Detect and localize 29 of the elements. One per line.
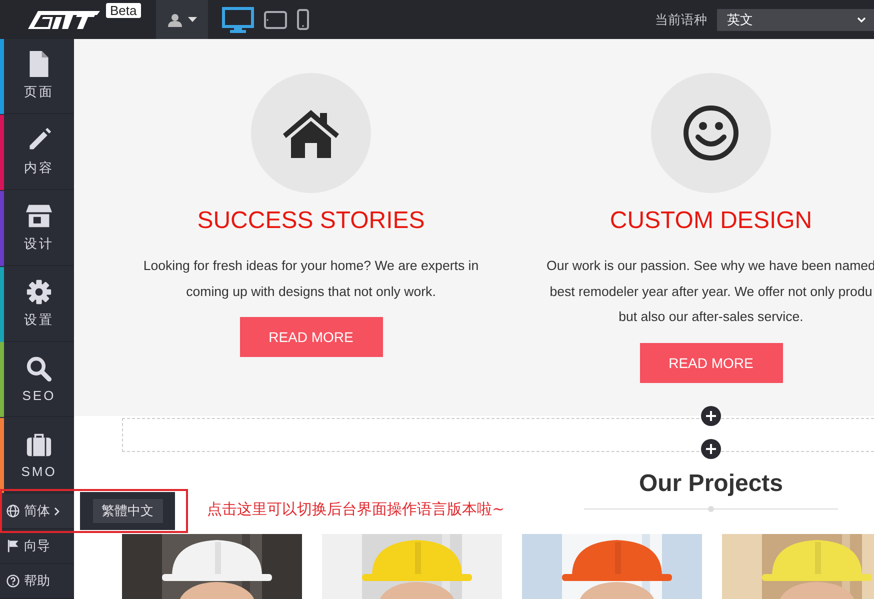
smiley-icon [683,105,739,161]
desktop-icon[interactable] [222,6,254,32]
add-icon[interactable] [701,406,721,426]
user-icon [168,12,182,26]
user-menu-button[interactable] [156,0,208,39]
caret-icon [188,17,196,22]
feature-title: SUCCESS STORIES [197,207,425,235]
feature-title: CUSTOM DESIGN [610,207,812,235]
tablet-icon[interactable] [264,10,287,28]
settings-icon [26,278,52,305]
help-icon [6,574,20,588]
search-icon [26,356,52,382]
sidebar-link[interactable]: 简体 [0,494,74,530]
language-select[interactable]: 英文 [717,8,874,30]
briefcase-icon [26,432,52,458]
phone-icon[interactable] [297,9,309,30]
chevron-right-icon [54,506,60,516]
storefront-icon [26,202,52,229]
language-label: 当前语种 [655,10,707,28]
section-title: Our Projects [638,470,784,498]
add-icon[interactable] [701,439,721,459]
flag-icon [6,539,20,554]
annotation-text: 点击这里可以切换后台界面操作语言版本啦~ [207,500,505,519]
beta-badge: Beta [106,3,141,18]
language-option[interactable]: 繁體中文 [92,499,162,523]
house-icon [281,108,341,158]
feature-description: Looking for fresh ideas for your home? We are experts in coming up with designs that not only work. [143,257,479,301]
chevron-down-icon [857,16,866,22]
globe-icon [6,504,20,518]
